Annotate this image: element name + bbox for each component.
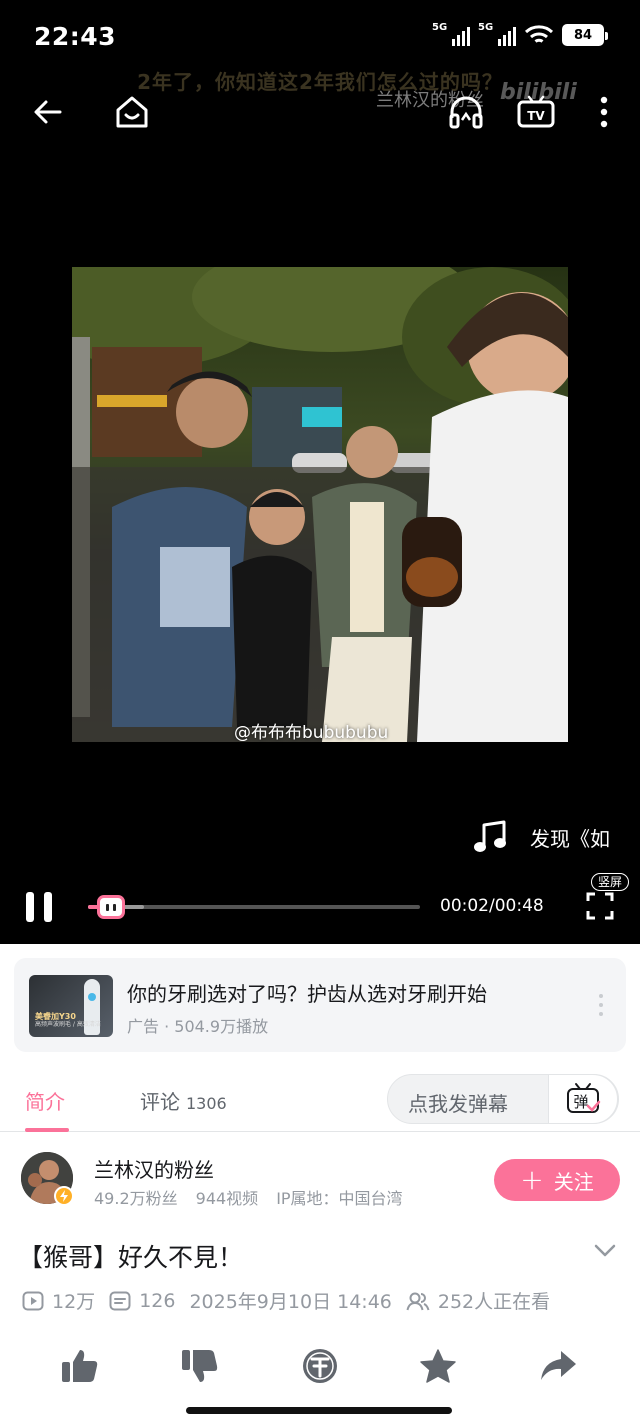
- video-player[interactable]: 22:43 5G 5G 84 2年了，你知道这2年我们怎么过的吗？ 兰林汉的粉丝…: [0, 0, 640, 944]
- follow-button[interactable]: + 关注: [494, 1159, 620, 1201]
- views-stat: 12万: [22, 1287, 95, 1314]
- uploader-stats: 49.2万粉丝 944视频 IP属地：中国台湾: [94, 1185, 403, 1209]
- ad-card[interactable]: 美睿加Y30 高频声波刷毛 / 高效清洁 你的牙刷选对了吗？护齿从选对牙刷开始 …: [14, 958, 626, 1052]
- music-title: 发现《如: [530, 826, 610, 851]
- status-icons: 5G 5G 84: [432, 22, 608, 46]
- publish-date: 2025年9月10日 14:46: [189, 1287, 391, 1314]
- tab-comments-label: 评论: [140, 1090, 180, 1114]
- status-bar: 22:43 5G 5G 84: [0, 0, 640, 70]
- progress-bar[interactable]: [88, 895, 420, 919]
- ad-more-button[interactable]: [598, 994, 604, 1016]
- cast-button[interactable]: TV: [512, 88, 560, 136]
- progress-thumb-tv-icon[interactable]: [96, 895, 125, 919]
- back-button[interactable]: [24, 88, 72, 136]
- uploader-name[interactable]: 兰林汉的粉丝: [94, 1154, 214, 1183]
- ad-title: 你的牙刷选对了吗？护齿从选对牙刷开始: [127, 982, 487, 1006]
- plus-icon: +: [520, 1163, 544, 1196]
- home-indicator[interactable]: [186, 1407, 452, 1414]
- uploader-videos: 944视频: [195, 1189, 259, 1208]
- danmaku-stat: 126: [109, 1290, 175, 1312]
- danmaku-count-icon: [109, 1291, 131, 1310]
- danmaku-toggle-button[interactable]: 弹: [548, 1074, 618, 1124]
- thumbs-up-icon: [62, 1350, 98, 1382]
- comments-count: 1306: [186, 1094, 227, 1113]
- favorite-button[interactable]: [418, 1346, 458, 1386]
- watching-stat: 252人正在看: [406, 1287, 550, 1314]
- background-music-marquee[interactable]: 发现《如: [472, 820, 610, 854]
- danmaku-count: 126: [139, 1289, 176, 1312]
- home-button[interactable]: [108, 88, 156, 136]
- vertical-mode-badge[interactable]: 竖屏: [591, 873, 629, 891]
- fullscreen-icon: [586, 892, 614, 920]
- signal-label: 5G: [432, 22, 448, 33]
- publish-date-text: 2025年9月10日 14:46: [189, 1291, 392, 1313]
- share-icon: [541, 1351, 576, 1380]
- ad-meta: 广告 · 504.9万播放: [127, 1017, 269, 1036]
- fullscreen-button[interactable]: [584, 890, 616, 922]
- more-button[interactable]: [580, 88, 628, 136]
- coin-button[interactable]: [300, 1346, 340, 1386]
- follow-label: 关注: [553, 1169, 594, 1194]
- tab-intro[interactable]: 简介: [25, 1086, 69, 1132]
- uploader-card: 兰林汉的粉丝 49.2万粉丝 944视频 IP属地：中国台湾 + 关注: [0, 1134, 640, 1230]
- verified-badge-icon: [54, 1186, 74, 1206]
- watching-count: 252人正在看: [437, 1291, 551, 1313]
- video-frame-image: [72, 267, 568, 742]
- views-count: 12万: [52, 1291, 96, 1313]
- video-title: 【猴哥】好久不見！: [18, 1243, 244, 1272]
- svg-text:TV: TV: [527, 109, 545, 123]
- battery-icon: 84: [562, 24, 608, 46]
- chevron-down-icon[interactable]: [594, 1244, 616, 1258]
- headphones-icon: [449, 96, 483, 129]
- pause-button[interactable]: [26, 892, 54, 922]
- coin-icon: [303, 1349, 337, 1383]
- like-button[interactable]: [60, 1346, 100, 1386]
- player-controls: 00:02/00:48: [0, 878, 640, 938]
- wifi-icon: [524, 25, 554, 43]
- ad-thumb-tagline: 高频声波刷毛 / 高效清洁: [35, 1021, 101, 1028]
- dislike-button[interactable]: [180, 1346, 220, 1386]
- video-stats: 12万 126 2025年9月10日 14:46 252人正在看: [22, 1287, 564, 1314]
- video-frame: [72, 267, 568, 742]
- tab-comments[interactable]: 评论 1306: [140, 1086, 227, 1115]
- signal-label: 5G: [478, 22, 494, 33]
- thumbs-down-icon: [182, 1350, 218, 1382]
- status-time: 22:43: [34, 22, 117, 51]
- uploader-ip: IP属地：中国台湾: [276, 1189, 403, 1208]
- home-smile-icon: [116, 96, 148, 128]
- danmaku-tv-icon: 弹: [567, 1083, 601, 1113]
- detail-tabs: 简介 评论 1306 点我发弹幕 弹: [0, 1066, 640, 1132]
- ad-thumbnail: 美睿加Y30 高频声波刷毛 / 高效清洁: [29, 975, 113, 1037]
- play-count-icon: [22, 1291, 44, 1310]
- uploader-fans: 49.2万粉丝: [94, 1189, 178, 1208]
- more-vertical-icon: [600, 96, 608, 128]
- share-button[interactable]: [538, 1346, 578, 1386]
- audio-mode-button[interactable]: [442, 88, 490, 136]
- music-note-icon: [474, 820, 506, 852]
- action-bar: [0, 1340, 640, 1390]
- playback-time: 00:02/00:48: [440, 896, 544, 916]
- people-icon: [406, 1292, 430, 1310]
- arrow-left-icon: [34, 100, 62, 124]
- photo-credit-watermark: @布布布bubububu: [234, 723, 389, 743]
- signal-5g-icon: 5G: [478, 22, 516, 46]
- tv-cast-icon: TV: [517, 95, 555, 128]
- danmaku-placeholder: 点我发弹幕: [408, 1092, 508, 1116]
- signal-5g-icon: 5G: [432, 22, 470, 46]
- danmaku-switch-label: 弹: [573, 1093, 588, 1111]
- star-icon: [420, 1349, 456, 1383]
- danmaku-input[interactable]: 点我发弹幕 弹: [387, 1074, 619, 1124]
